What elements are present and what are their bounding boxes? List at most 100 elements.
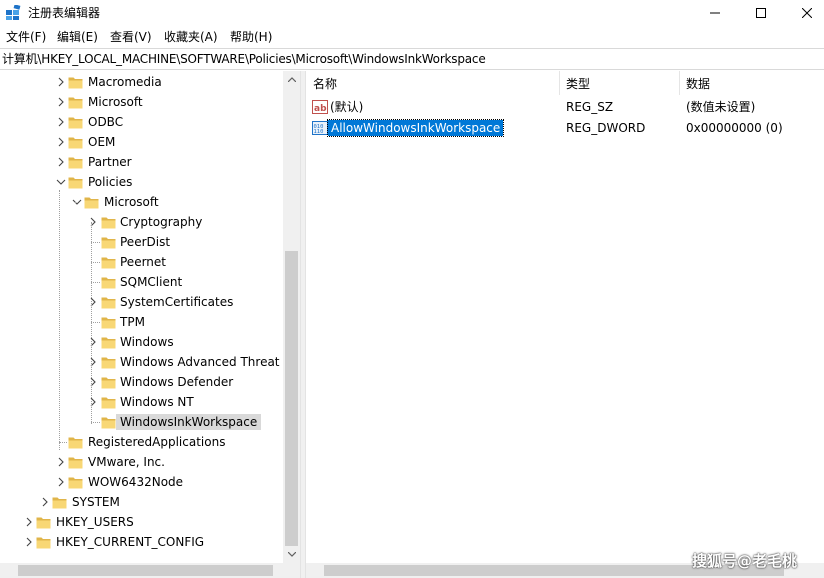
- chevron-right-icon[interactable]: [88, 216, 98, 228]
- list-header: 名称 类型 数据: [306, 71, 824, 95]
- chevron-right-icon[interactable]: [56, 156, 66, 168]
- tree-node[interactable]: Macromedia: [0, 72, 283, 92]
- chevron-right-icon[interactable]: [88, 336, 98, 348]
- tree-connector: [91, 242, 100, 243]
- chevron-right-icon[interactable]: [24, 516, 34, 528]
- chevron-right-icon[interactable]: [56, 136, 66, 148]
- list-row[interactable]: 010 110 AllowWindowsInkWorkspace REG_DWO…: [306, 118, 824, 138]
- tree-node-label: Microsoft: [88, 95, 143, 109]
- folder-icon: [68, 157, 83, 169]
- menu-favorites[interactable]: 收藏夹(A): [162, 29, 220, 45]
- chevron-down-icon[interactable]: [72, 196, 82, 208]
- chevron-right-icon[interactable]: [56, 456, 66, 468]
- folder-icon: [68, 97, 83, 109]
- column-header-type[interactable]: 类型: [566, 77, 590, 91]
- tree-vertical-scroll-thumb[interactable]: [285, 251, 298, 546]
- folder-icon: [68, 177, 83, 189]
- address-bar[interactable]: 计算机\HKEY_LOCAL_MACHINE\SOFTWARE\Policies…: [0, 48, 824, 70]
- chevron-right-icon[interactable]: [56, 476, 66, 488]
- tree-node-label: Windows: [120, 335, 174, 349]
- svg-text:110: 110: [314, 129, 324, 135]
- column-divider[interactable]: [559, 71, 560, 95]
- tree-node[interactable]: OEM: [0, 132, 283, 152]
- column-header-data[interactable]: 数据: [686, 77, 710, 91]
- chevron-right-icon[interactable]: [56, 96, 66, 108]
- value-name[interactable]: AllowWindowsInkWorkspace: [326, 119, 505, 137]
- menu-view[interactable]: 查看(V): [108, 29, 154, 45]
- tree-node-label: OEM: [88, 135, 116, 149]
- address-path[interactable]: 计算机\HKEY_LOCAL_MACHINE\SOFTWARE\Policies…: [2, 52, 486, 67]
- tree-node-label: RegisteredApplications: [88, 435, 226, 449]
- folder-icon: [101, 257, 116, 269]
- tree-connector: [91, 322, 100, 323]
- tree-node[interactable]: SQMClient: [0, 272, 283, 292]
- chevron-right-icon[interactable]: [88, 356, 98, 368]
- folder-icon: [36, 537, 51, 549]
- menu-help[interactable]: 帮助(H): [228, 29, 274, 45]
- tree-node-label: SystemCertificates: [120, 295, 234, 309]
- menu-edit[interactable]: 编辑(E): [55, 29, 100, 45]
- tree-node-label: WindowsInkWorkspace: [116, 414, 262, 430]
- tree-node[interactable]: WOW6432Node: [0, 472, 283, 492]
- folder-icon: [68, 457, 83, 469]
- chevron-right-icon[interactable]: [88, 376, 98, 388]
- tree-node-label: Windows NT: [120, 395, 194, 409]
- registry-tree-pane[interactable]: Macromedia Microsoft ODBC OEM Partner Policie…: [0, 71, 300, 578]
- folder-icon: [84, 197, 99, 209]
- tree-node[interactable]: Policies: [0, 172, 283, 192]
- folder-icon: [68, 77, 83, 89]
- maximize-icon: [756, 8, 766, 18]
- tree-connector: [91, 262, 100, 263]
- tree-node[interactable]: Windows Advanced Threat P: [0, 352, 291, 372]
- registry-editor-icon: [6, 5, 21, 20]
- tree-node-label: VMware, Inc.: [88, 455, 165, 469]
- tree-node[interactable]: VMware, Inc.: [0, 452, 283, 472]
- tree-node[interactable]: Cryptography: [0, 212, 283, 232]
- tree-node[interactable]: ODBC: [0, 112, 283, 132]
- chevron-right-icon[interactable]: [24, 536, 34, 548]
- tree-node[interactable]: Peernet: [0, 252, 283, 272]
- tree-node[interactable]: SystemCertificates: [0, 292, 283, 312]
- tree-vertical-scrollbar[interactable]: [283, 71, 300, 563]
- chevron-right-icon[interactable]: [56, 76, 66, 88]
- tree-node-label: PeerDist: [120, 235, 171, 249]
- chevron-right-icon[interactable]: [88, 296, 98, 308]
- list-row[interactable]: ab (默认) REG_SZ (数值未设置): [306, 97, 824, 117]
- tree-node[interactable]: Microsoft: [0, 92, 283, 112]
- tree-node-label: Macromedia: [88, 75, 162, 89]
- maximize-button[interactable]: [738, 0, 784, 26]
- tree-node-label: Microsoft: [104, 195, 159, 209]
- column-divider[interactable]: [679, 71, 680, 95]
- tree-node[interactable]: TPM: [0, 312, 283, 332]
- window-title: 注册表编辑器: [28, 6, 101, 20]
- close-button[interactable]: [784, 0, 824, 26]
- tree-node[interactable]: Microsoft: [0, 192, 283, 212]
- tree-horizontal-scroll-thumb[interactable]: [18, 565, 273, 576]
- tree-node[interactable]: RegisteredApplications: [0, 432, 283, 452]
- tree-node[interactable]: PeerDist: [0, 232, 283, 252]
- tree-node[interactable]: HKEY_CURRENT_CONFIG: [0, 532, 283, 552]
- tree-node[interactable]: SYSTEM: [0, 492, 283, 512]
- tree-horizontal-scrollbar[interactable]: [0, 563, 300, 578]
- column-header-name[interactable]: 名称: [313, 77, 337, 91]
- minimize-button[interactable]: [692, 0, 738, 26]
- tree-node[interactable]: Partner: [0, 152, 283, 172]
- chevron-right-icon[interactable]: [40, 496, 50, 508]
- tree-node[interactable]: Windows NT: [0, 392, 283, 412]
- chevron-right-icon[interactable]: [88, 396, 98, 408]
- tree-node-label: SYSTEM: [72, 495, 120, 509]
- scroll-up-button[interactable]: [283, 71, 300, 88]
- menu-file[interactable]: 文件(F): [4, 29, 48, 45]
- chevron-right-icon[interactable]: [56, 116, 66, 128]
- values-list-pane[interactable]: 名称 类型 数据 ab (默认) REG_SZ (数值未设置) 010 110 …: [306, 71, 824, 578]
- tree-node[interactable]: Windows Defender: [0, 372, 283, 392]
- tree-node-label: Cryptography: [120, 215, 203, 229]
- value-type: REG_DWORD: [566, 121, 646, 135]
- tree-node[interactable]: HKEY_USERS: [0, 512, 283, 532]
- folder-icon: [101, 297, 116, 309]
- chevron-down-icon[interactable]: [56, 176, 66, 188]
- tree-node-label: Policies: [88, 175, 133, 189]
- tree-node[interactable]: Windows: [0, 332, 283, 352]
- tree-node[interactable]: WindowsInkWorkspace: [0, 412, 283, 432]
- scroll-down-button[interactable]: [283, 546, 300, 563]
